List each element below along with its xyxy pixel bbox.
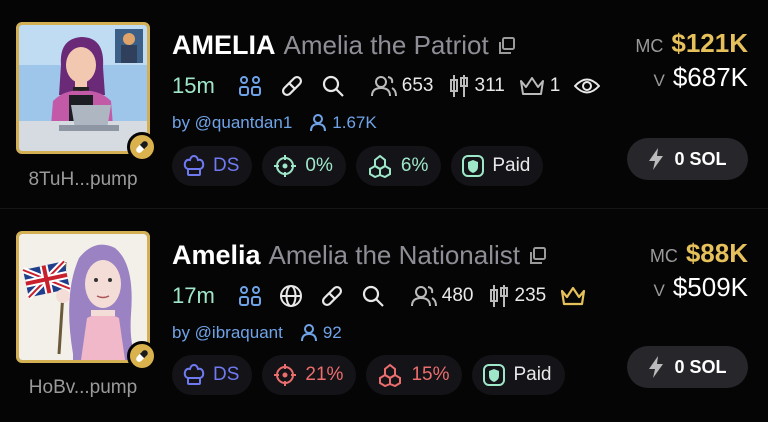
creator-followers: 1.67K: [310, 113, 377, 133]
token-avatar[interactable]: [16, 22, 150, 154]
token-age: 17m: [172, 283, 215, 308]
user-icon: [310, 114, 327, 132]
token-ticker[interactable]: Amelia: [172, 240, 261, 271]
dex-shield-icon: [483, 364, 506, 386]
kol-stat: 1: [519, 75, 560, 97]
creator-followers: 92: [300, 323, 342, 343]
search-icon[interactable]: [361, 284, 385, 308]
pill-badge: [127, 132, 157, 162]
token-name: Amelia the Patriot: [283, 30, 489, 60]
user-icon: [300, 324, 317, 342]
chef-hat-icon: [183, 155, 205, 176]
market-cap: MC $88K: [649, 238, 748, 268]
pro-traders-stat: 311: [448, 74, 505, 98]
dex-paid-tag[interactable]: Paid: [472, 355, 565, 395]
community-icon[interactable]: [237, 285, 263, 307]
dev-sold-tag[interactable]: DS: [172, 146, 253, 186]
crosshair-icon: [274, 364, 297, 386]
crown-icon: [519, 75, 545, 97]
creator-handle[interactable]: by @ibraquant: [172, 323, 283, 343]
quick-buy-button[interactable]: 0 SOL: [627, 138, 748, 180]
news-anchor-illustration: [19, 25, 147, 151]
bundle-icon: [368, 154, 391, 178]
candlestick-icon: [448, 74, 470, 98]
market-cap: MC $121K: [635, 28, 748, 58]
lightning-icon: [649, 148, 664, 170]
copy-icon[interactable]: [497, 36, 517, 56]
holders-stat: 653: [370, 75, 434, 97]
search-icon[interactable]: [321, 74, 345, 98]
token-name: Amelia the Nationalist: [268, 240, 521, 270]
candlestick-icon: [488, 284, 510, 308]
pill-badge: [127, 341, 157, 371]
quick-buy-button[interactable]: 0 SOL: [627, 346, 748, 388]
token-card[interactable]: HoBv...pump Amelia Amelia the Nationalis…: [0, 210, 768, 419]
flag-girl-illustration: [19, 234, 147, 360]
link-icon[interactable]: [319, 283, 345, 309]
holders-icon: [410, 285, 437, 307]
community-icon[interactable]: [237, 75, 263, 97]
holders-icon: [370, 75, 397, 97]
copy-icon[interactable]: [528, 246, 548, 266]
bundle-icon: [379, 363, 402, 387]
top10-holders-tag[interactable]: 0%: [262, 146, 346, 186]
token-address[interactable]: 8TuH...pump: [20, 169, 146, 191]
creator-handle[interactable]: by @quantdan1: [172, 113, 292, 133]
token-ticker[interactable]: AMELIA: [172, 30, 276, 61]
volume: V $687K: [653, 62, 748, 92]
pill-icon: [136, 141, 148, 153]
token-card[interactable]: 8TuH...pump AMELIA Amelia the Patriot 15…: [0, 0, 768, 209]
globe-icon[interactable]: [279, 284, 303, 308]
gold-crown-icon: [560, 285, 586, 307]
pro-traders-stat: 235: [488, 284, 546, 308]
snipers-tag[interactable]: 6%: [355, 146, 442, 186]
link-icon[interactable]: [279, 73, 305, 99]
eye-icon[interactable]: [574, 76, 601, 96]
chef-hat-icon: [183, 364, 205, 385]
snipers-tag[interactable]: 15%: [366, 355, 463, 395]
token-age: 15m: [172, 73, 215, 98]
dex-shield-icon: [462, 155, 485, 177]
top10-holders-tag[interactable]: 21%: [262, 355, 357, 395]
crosshair-icon: [274, 155, 297, 177]
lightning-icon: [649, 356, 664, 378]
dev-sold-tag[interactable]: DS: [172, 355, 253, 395]
pill-icon: [136, 350, 148, 362]
token-avatar[interactable]: [16, 231, 150, 363]
token-address[interactable]: HoBv...pump: [20, 377, 146, 399]
dex-paid-tag[interactable]: Paid: [451, 146, 544, 186]
volume: V $509K: [653, 272, 748, 302]
holders-stat: 480: [410, 285, 474, 307]
